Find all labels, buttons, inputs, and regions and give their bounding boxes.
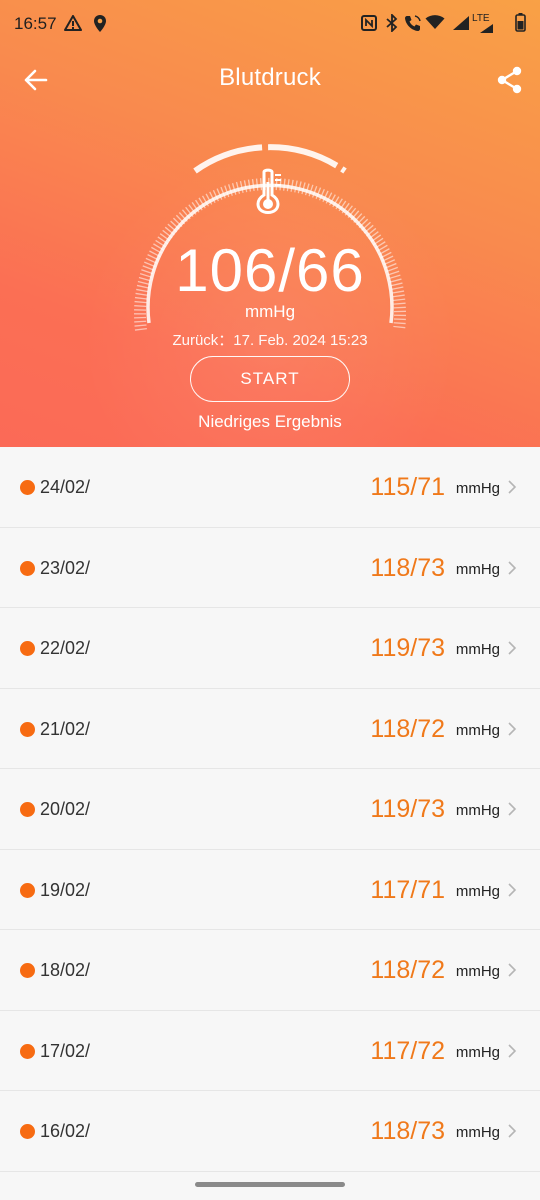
row-unit: mmHg xyxy=(455,1124,500,1141)
wifi-calling-icon xyxy=(405,15,421,31)
bluetooth-icon xyxy=(386,14,398,32)
history-row[interactable]: 24/02/115/71 mmHg xyxy=(0,447,540,528)
status-dot xyxy=(20,1043,35,1059)
row-value: 117/71 xyxy=(370,875,445,904)
network-type-label: LTE xyxy=(472,13,490,24)
row-value: 117/72 xyxy=(370,1036,445,1065)
row-value: 119/73 xyxy=(370,634,445,662)
row-unit: mmHg xyxy=(455,802,500,819)
row-value: 115/71 xyxy=(370,473,445,501)
row-unit: mmHg xyxy=(455,480,500,497)
status-time: 16:57 xyxy=(14,14,57,33)
signal-icon xyxy=(453,16,469,30)
reading-unit: mmHg xyxy=(244,302,296,321)
status-bar: 16:57 LTE xyxy=(0,0,540,50)
status-dot xyxy=(20,641,35,656)
chevron-right-icon xyxy=(508,560,517,575)
row-unit: mmHg xyxy=(455,641,500,658)
last-measured-time: Zurück：17. Feb. 2024 15:23 xyxy=(172,332,368,349)
row-value: 118/72 xyxy=(370,956,445,984)
chevron-right-icon xyxy=(508,1043,517,1058)
nfc-icon xyxy=(361,15,377,31)
wifi-icon xyxy=(425,15,445,29)
status-dot xyxy=(20,802,35,817)
battery-icon xyxy=(515,13,526,32)
chevron-right-icon xyxy=(508,882,517,897)
history-row[interactable]: 22/02/119/73 mmHg xyxy=(0,608,540,689)
thermometer-icon xyxy=(256,168,281,214)
row-unit: mmHg xyxy=(455,721,500,739)
status-dot xyxy=(20,721,35,737)
row-date: 18/02/ xyxy=(40,960,91,980)
chevron-right-icon xyxy=(508,802,517,816)
signal-icon-2 xyxy=(480,24,493,33)
chevron-right-icon xyxy=(508,1124,517,1138)
history-row[interactable]: 23/02/118/73 mmHg xyxy=(0,527,540,608)
status-dot xyxy=(20,963,35,978)
history-row[interactable]: 19/02/117/71 mmHg xyxy=(0,849,540,930)
history-row[interactable]: 20/02/119/73 mmHg xyxy=(0,769,540,850)
result-status: Niedriges Ergebnis xyxy=(198,412,342,431)
status-dot xyxy=(20,560,35,576)
row-date: 21/02/ xyxy=(40,718,91,739)
share-icon[interactable] xyxy=(494,64,526,96)
gesture-nav-bar[interactable] xyxy=(195,1182,345,1187)
row-date: 20/02/ xyxy=(40,799,91,819)
row-unit: mmHg xyxy=(455,882,500,900)
location-pin-icon xyxy=(94,15,106,32)
current-reading: 106/66 xyxy=(175,237,365,304)
history-row[interactable]: 16/02/118/73 mmHg xyxy=(0,1091,540,1172)
row-unit: mmHg xyxy=(455,963,500,980)
row-date: 24/02/ xyxy=(40,477,91,497)
row-value: 118/73 xyxy=(370,1117,445,1145)
status-dot xyxy=(20,882,35,898)
status-dot xyxy=(20,480,35,495)
history-row[interactable]: 21/02/118/72 mmHg xyxy=(0,688,540,769)
row-date: 16/02/ xyxy=(40,1121,91,1141)
row-value: 118/72 xyxy=(370,714,445,743)
row-unit: mmHg xyxy=(455,560,500,578)
row-date: 17/02/ xyxy=(40,1040,91,1061)
row-date: 23/02/ xyxy=(40,557,91,578)
chevron-right-icon xyxy=(508,721,517,736)
row-date: 22/02/ xyxy=(40,638,91,658)
history-list: 24/02/115/71 mmHg 23/02/118/73 mmHg 22/02/11… xyxy=(0,447,540,1172)
warning-icon xyxy=(64,15,82,31)
chevron-right-icon xyxy=(508,963,517,977)
start-button[interactable]: START xyxy=(190,356,350,402)
chevron-right-icon xyxy=(508,641,517,655)
history-row[interactable]: 17/02/117/72 mmHg xyxy=(0,1010,540,1091)
row-date: 19/02/ xyxy=(40,879,91,900)
row-value: 118/73 xyxy=(370,553,445,582)
history-row[interactable]: 18/02/118/72 mmHg xyxy=(0,930,540,1011)
page-title: Blutdruck xyxy=(219,64,321,91)
status-dot xyxy=(20,1124,35,1139)
row-unit: mmHg xyxy=(455,1043,500,1061)
chevron-right-icon xyxy=(508,480,517,494)
row-value: 119/73 xyxy=(370,795,445,823)
